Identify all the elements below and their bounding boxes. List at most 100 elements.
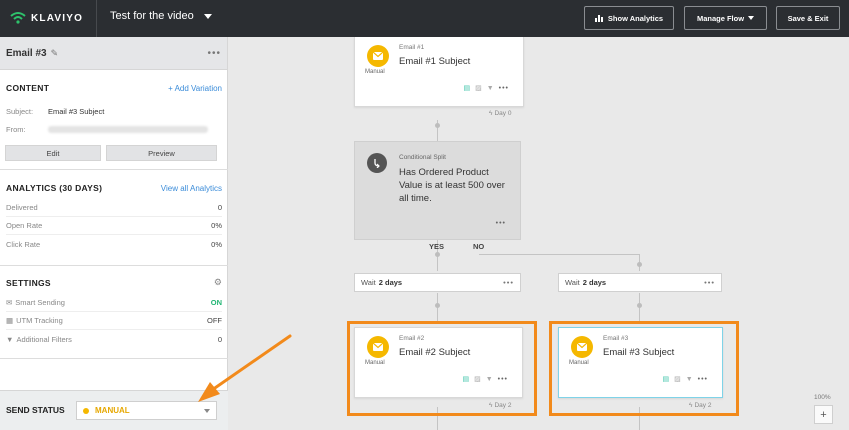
filter-icon: ▼: [6, 334, 14, 344]
split-kind: Conditional Split: [399, 154, 446, 161]
add-variation-link[interactable]: + Add Variation: [168, 84, 222, 93]
chevron-down-icon: [203, 13, 212, 19]
zoom-level: 100%: [814, 394, 831, 401]
yes-branch-label: YES: [429, 242, 445, 251]
wifi-logo-icon: [10, 12, 26, 24]
zoom-in-button[interactable]: +: [814, 405, 833, 424]
show-analytics-label: Show Analytics: [607, 13, 664, 23]
row-label: Delivered: [6, 203, 38, 212]
analytics-row-click-rate: Click Rate 0%: [6, 235, 222, 253]
row-value: OFF: [207, 316, 222, 325]
flow-title-dropdown[interactable]: Test for the video: [110, 10, 212, 22]
lightning-icon: ϟ: [489, 110, 493, 117]
analytics-heading: ANALYTICS (30 DAYS): [6, 183, 103, 193]
more-options-icon[interactable]: •••: [499, 85, 509, 92]
split-icon: [367, 153, 387, 173]
send-status-value: MANUAL: [95, 406, 130, 415]
setting-row-utm-tracking[interactable]: ▦ UTM Tracking OFF: [6, 312, 222, 330]
show-analytics-button[interactable]: Show Analytics: [584, 6, 674, 30]
content-heading: CONTENT: [6, 83, 50, 93]
section-divider: [0, 169, 228, 170]
envelope-icon: ✉: [6, 298, 13, 307]
wait-duration: 2 days: [378, 278, 403, 287]
edit-button[interactable]: Edit: [5, 145, 101, 161]
analytics-row-open-rate: Open Rate 0%: [6, 217, 222, 235]
bar-chart-icon: [594, 15, 603, 22]
connector-node: [637, 303, 642, 308]
highlight-box-email-2: [347, 321, 537, 416]
wait-prefix: Wait: [361, 278, 376, 287]
mode-label: Manual: [365, 69, 385, 75]
filter-icon[interactable]: ▼: [487, 85, 494, 92]
wait-step-right[interactable]: Wait 2 days •••: [558, 273, 722, 292]
analytics-row-delivered: Delivered 0: [6, 199, 222, 217]
more-options-icon[interactable]: •••: [704, 278, 715, 287]
highlight-box-email-3: [549, 321, 739, 416]
row-label: Open Rate: [6, 221, 43, 230]
email-1-subject: Email #1 Subject: [399, 56, 471, 67]
row-label: Smart Sending: [15, 298, 65, 307]
smart-sending-icon[interactable]: ▤: [463, 84, 470, 92]
row-label: Additional Filters: [16, 334, 72, 344]
panel-title: Email #3: [6, 47, 47, 59]
view-all-analytics-link[interactable]: View all Analytics: [161, 184, 222, 193]
wait-prefix: Wait: [565, 278, 580, 287]
more-options-icon[interactable]: •••: [503, 278, 514, 287]
preview-button[interactable]: Preview: [106, 145, 217, 161]
plus-icon: +: [820, 408, 827, 421]
connector-line: [639, 293, 640, 323]
wait-step-left[interactable]: Wait 2 days •••: [354, 273, 521, 292]
annotation-arrow-icon: [198, 334, 292, 402]
subject-label: Subject:: [6, 107, 34, 116]
connector-node: [435, 123, 440, 128]
edit-label: Edit: [46, 148, 60, 158]
gear-icon[interactable]: ⚙: [214, 277, 222, 288]
email-1-kind: Email #1: [399, 44, 425, 51]
wait-duration: 2 days: [582, 278, 607, 287]
connector-node: [435, 303, 440, 308]
analytics-section: ANALYTICS (30 DAYS) View all Analytics D…: [0, 183, 228, 253]
connector-node: [435, 252, 440, 257]
topbar-divider: [96, 0, 97, 37]
chevron-down-icon: [748, 16, 755, 20]
manage-flow-label: Manage Flow: [696, 13, 745, 23]
brand-name: KLAVIYO: [31, 12, 84, 24]
flow-canvas[interactable]: Manual Email #1 Email #1 Subject ▤ ▨ ▼ •…: [229, 37, 849, 430]
more-options-icon[interactable]: •••: [496, 220, 506, 227]
preview-label: Preview: [148, 148, 175, 158]
subject-row: Subject: Email #3 Subject: [6, 107, 222, 116]
row-value: 0%: [211, 221, 222, 230]
content-section: CONTENT + Add Variation Subject: Email #…: [0, 83, 228, 134]
from-row: From:: [6, 125, 222, 134]
manage-flow-button[interactable]: Manage Flow: [684, 6, 767, 30]
subject-value: Email #3 Subject: [48, 107, 105, 116]
from-value-redacted: [48, 126, 208, 133]
status-dot-icon: [83, 407, 89, 414]
pencil-icon[interactable]: ✎: [51, 48, 59, 59]
connector-line-no: [479, 254, 640, 255]
connector-line: [437, 293, 438, 323]
flow-title: Test for the video: [110, 10, 194, 22]
image-icon[interactable]: ▨: [475, 84, 482, 92]
conditional-split-card[interactable]: Conditional Split Has Ordered Product Va…: [354, 141, 521, 240]
setting-row-smart-sending[interactable]: ✉ Smart Sending ON: [6, 294, 222, 312]
split-description: Has Ordered Product Value is at least 50…: [399, 167, 505, 204]
card-tools: ▤ ▨ ▼ •••: [463, 84, 509, 93]
row-label: Click Rate: [6, 239, 41, 249]
connector-node: [637, 262, 642, 267]
top-bar: KLAVIYO Test for the video Show Analytic…: [0, 0, 849, 37]
day-value: Day 0: [494, 110, 512, 117]
day-label-email-1: ϟ Day 0: [489, 110, 511, 117]
email-1-card[interactable]: Manual Email #1 Email #1 Subject ▤ ▨ ▼ •…: [354, 37, 524, 107]
envelope-icon: [367, 45, 389, 67]
klaviyo-logo[interactable]: KLAVIYO: [10, 10, 83, 26]
row-label: UTM Tracking: [16, 316, 63, 325]
send-status-label: SEND STATUS: [6, 405, 65, 415]
more-options-icon[interactable]: •••: [207, 48, 221, 59]
row-value: 0%: [211, 239, 222, 249]
row-value: 0: [217, 203, 222, 212]
panel-header: Email #3 ✎ •••: [0, 37, 227, 70]
save-exit-button[interactable]: Save & Exit: [776, 6, 840, 30]
tracking-icon: ▦: [6, 316, 14, 325]
save-exit-label: Save & Exit: [787, 13, 829, 23]
